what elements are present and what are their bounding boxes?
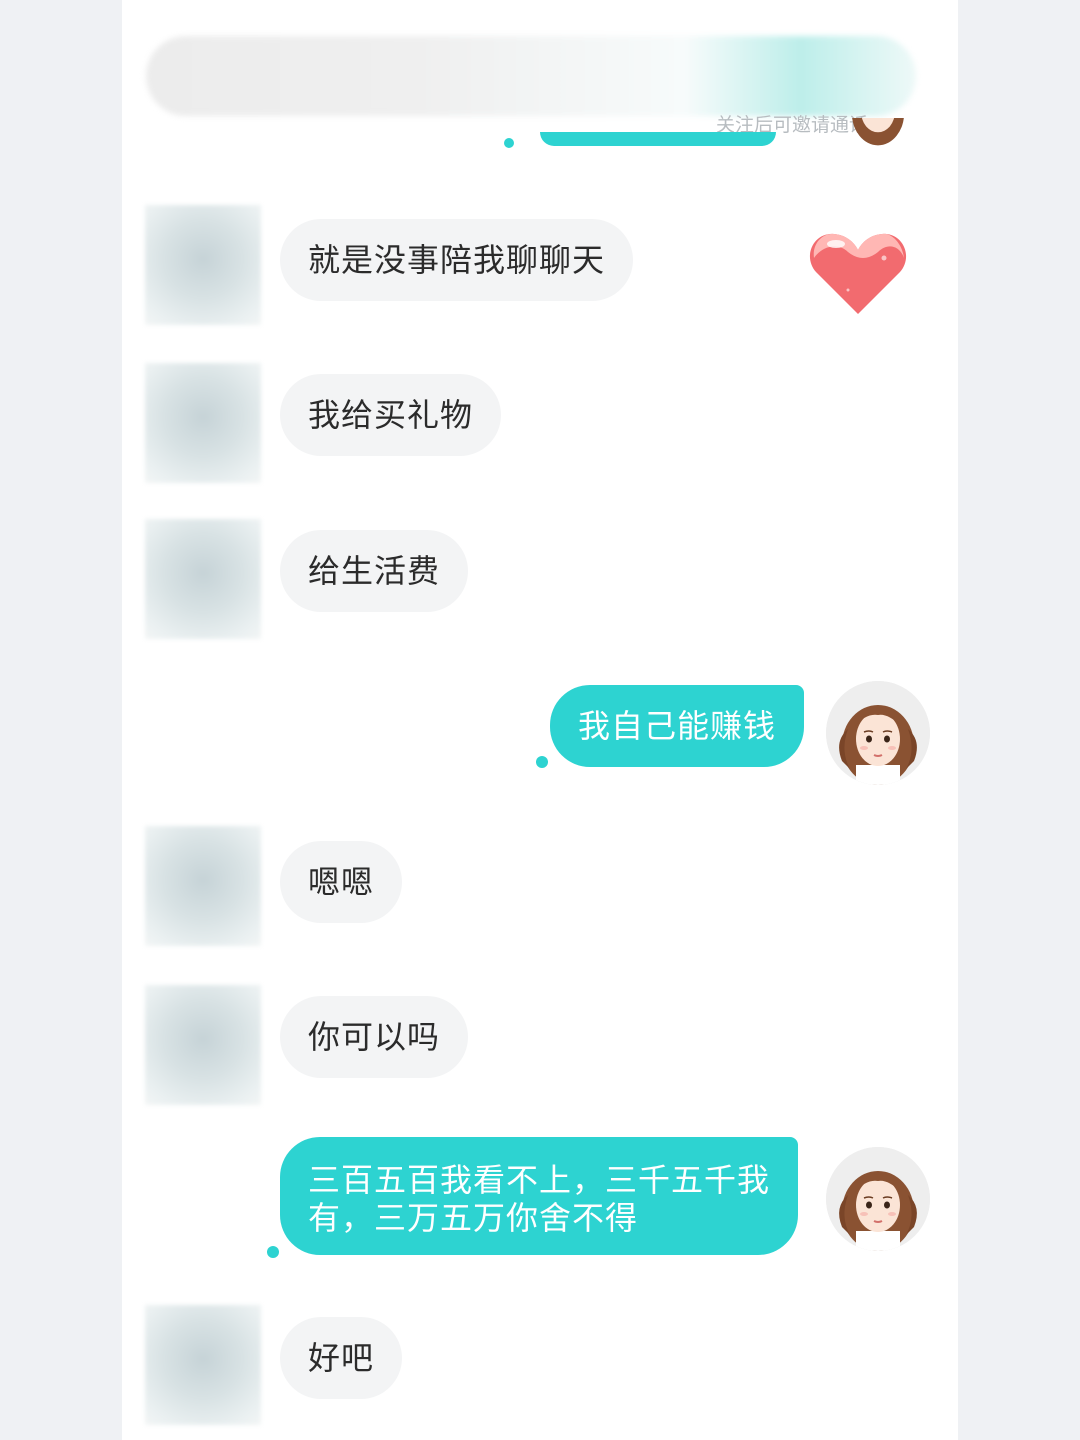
- my-avatar[interactable]: [826, 681, 930, 785]
- contact-avatar[interactable]: [145, 985, 261, 1105]
- incoming-message-bubble[interactable]: 我给买礼物: [280, 374, 502, 456]
- previous-message-bubble[interactable]: [540, 132, 776, 146]
- contact-avatar[interactable]: [145, 1305, 261, 1425]
- send-status-dot: [504, 138, 514, 148]
- incoming-message-bubble[interactable]: 给生活费: [280, 530, 469, 612]
- incoming-message-bubble[interactable]: 嗯嗯: [280, 841, 403, 923]
- send-status-dot: [536, 756, 548, 768]
- contact-avatar[interactable]: [145, 826, 261, 946]
- outgoing-message-bubble[interactable]: 我自己能赚钱: [550, 685, 805, 767]
- heart-icon[interactable]: [808, 228, 908, 322]
- contact-avatar[interactable]: [145, 363, 261, 483]
- incoming-message-bubble[interactable]: 好吧: [280, 1317, 403, 1399]
- send-status-dot: [267, 1246, 279, 1258]
- blurred-header-banner[interactable]: [146, 36, 916, 116]
- outgoing-message-bubble[interactable]: 三百五百我看不上，三千五千我有，三万五万你舍不得: [280, 1137, 798, 1255]
- chat-screen: 关注后可邀请通话 就是没事陪我聊聊天 我给买礼物 给生活费 我自己能赚钱 嗯嗯 …: [122, 0, 958, 1440]
- incoming-message-bubble[interactable]: 你可以吗: [280, 996, 469, 1078]
- incoming-message-bubble[interactable]: 就是没事陪我聊聊天: [280, 219, 634, 301]
- contact-avatar[interactable]: [145, 519, 261, 639]
- contact-avatar[interactable]: [145, 205, 261, 325]
- my-avatar-partial[interactable]: [838, 118, 918, 160]
- my-avatar[interactable]: [826, 1147, 930, 1251]
